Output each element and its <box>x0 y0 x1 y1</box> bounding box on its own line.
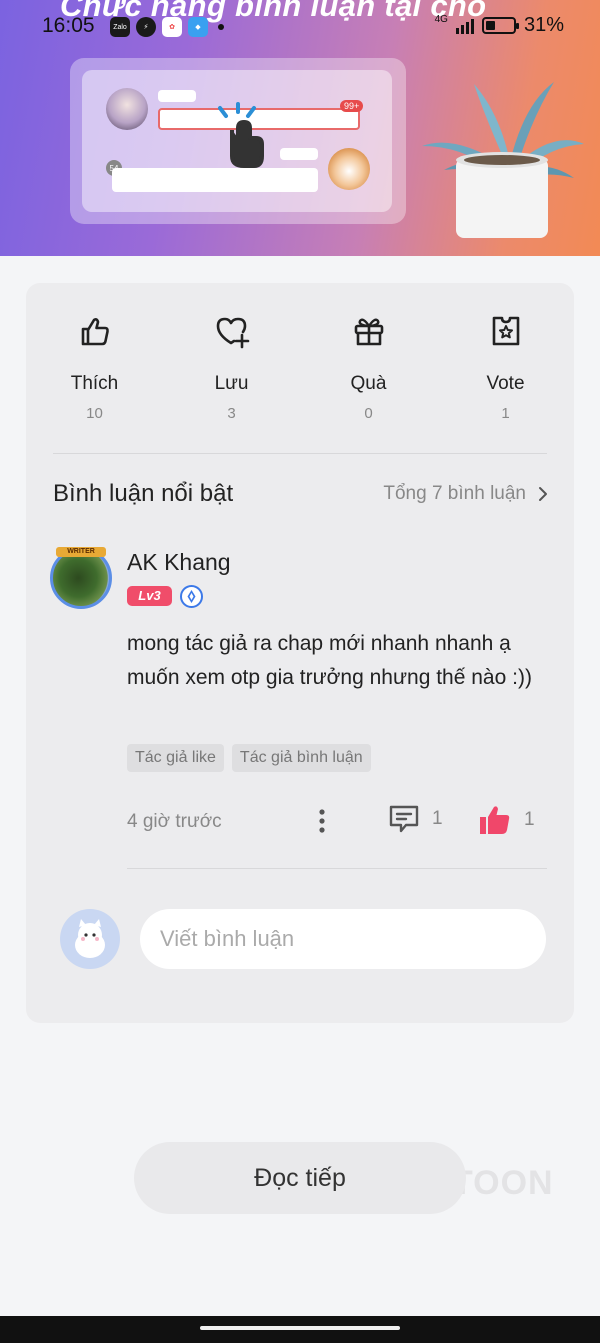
vote-label: Vote <box>486 373 525 394</box>
save-label: Lưu <box>214 373 249 394</box>
signal-icon <box>455 18 474 34</box>
like-count: 10 <box>86 405 103 422</box>
reply-count: 1 <box>432 808 443 829</box>
vote-ticket-icon <box>492 316 519 346</box>
comment-timestamp: 4 giờ trước <box>127 811 222 832</box>
like-label: Thích <box>70 373 119 394</box>
interaction-card: Thích 10 Lưu 3 Quà 0 Vote 1 Bình luận nổ… <box>26 283 574 1023</box>
author-liked-tag: Tác giả like <box>127 744 224 772</box>
promo-banner[interactable]: Chức năng bình luận tại chỗ 99+ 54 16 <box>0 0 600 256</box>
vote-count: 1 <box>501 405 510 422</box>
banner-illustration: 99+ 54 <box>70 58 406 224</box>
battery-icon <box>481 17 519 34</box>
comment-input[interactable] <box>140 909 546 969</box>
reply-button[interactable]: 1 <box>388 804 443 834</box>
zalo-icon: Zalo <box>110 17 130 37</box>
heart-plus-icon <box>216 317 249 349</box>
divider <box>127 868 547 869</box>
gift-icon <box>354 318 383 346</box>
commenter-name[interactable]: AK Khang <box>127 549 231 576</box>
comment-text: mong tác giả ra chap mới nhanh nhanh ạ m… <box>127 632 532 689</box>
comment-bubble-icon <box>389 805 419 833</box>
action-row: Thích 10 Lưu 3 Quà 0 Vote 1 <box>26 303 574 433</box>
watermark-logo: TOON <box>452 1164 554 1202</box>
comment-like-button[interactable]: 1 <box>478 804 535 836</box>
battery-percent: 31% <box>523 14 564 36</box>
mock-avatar-left <box>106 88 148 130</box>
save-action[interactable]: Lưu 3 <box>163 303 300 422</box>
thumbs-up-icon <box>81 318 109 346</box>
my-avatar <box>60 909 120 969</box>
more-options-icon[interactable] <box>312 807 332 835</box>
divider <box>53 453 547 454</box>
gift-label: Quà <box>350 373 387 394</box>
level-badge: Lv3 <box>127 586 172 606</box>
gift-action[interactable]: Quà 0 <box>300 303 437 422</box>
like-action[interactable]: Thích 10 <box>26 303 163 422</box>
mock-avatar-right <box>328 148 370 190</box>
photos-icon: ✿ <box>162 17 182 37</box>
notification-icons: Zalo ⚡ ✿ ◆ <box>110 17 224 37</box>
avatar-frame-banner: WRITER <box>56 547 106 557</box>
gift-count: 0 <box>364 405 373 422</box>
featured-comments-title: Bình luận nổi bật <box>53 480 234 507</box>
pointer-hand-icon <box>218 102 264 168</box>
thumbs-up-filled-icon <box>480 806 510 834</box>
comment-like-count: 1 <box>524 809 535 830</box>
clock: 16:05 <box>42 14 95 37</box>
comment-tags: Tác giả like Tác giả bình luận <box>127 744 371 772</box>
save-count: 3 <box>227 405 236 422</box>
app-icon: ◆ <box>188 17 208 37</box>
home-gesture-handle[interactable] <box>200 1326 400 1330</box>
messenger-icon: ⚡ <box>136 17 156 37</box>
chevron-right-icon <box>539 487 547 501</box>
view-all-comments-link[interactable]: Tổng 7 bình luận <box>383 483 548 505</box>
vote-action[interactable]: Vote 1 <box>437 303 574 422</box>
author-replied-tag: Tác giả bình luận <box>231 744 371 772</box>
more-notifications-dot <box>218 24 224 30</box>
status-bar: 16:05 Zalo ⚡ ✿ ◆ 4G 31% <box>0 0 600 52</box>
continue-reading-button[interactable]: Đọc tiếp <box>134 1142 466 1214</box>
plant-illustration <box>422 82 584 238</box>
system-nav-bar <box>0 1316 600 1343</box>
mock-badge: 99+ <box>340 100 364 112</box>
total-comments: Tổng 7 bình luận <box>383 483 526 504</box>
network-type: 4G <box>434 14 448 25</box>
verified-icon <box>180 585 203 608</box>
